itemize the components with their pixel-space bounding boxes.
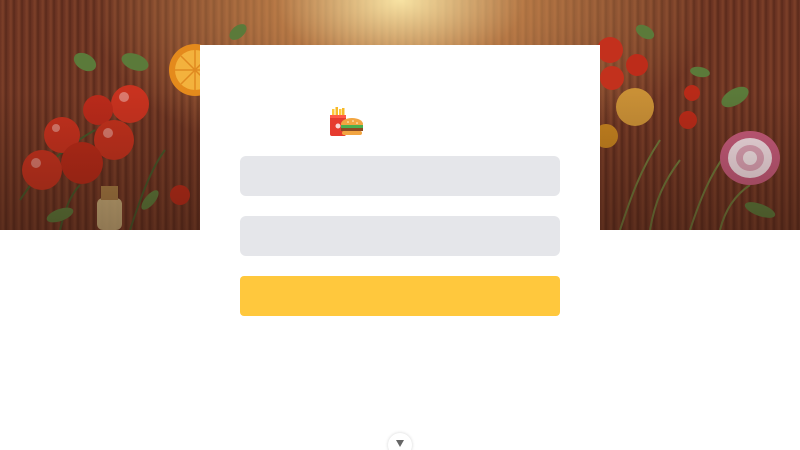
- fast-food-icon: [324, 100, 364, 140]
- scroll-down-button[interactable]: [388, 433, 412, 450]
- username-field[interactable]: [240, 156, 560, 196]
- password-field[interactable]: [240, 216, 560, 256]
- login-card: [200, 45, 600, 450]
- submit-button[interactable]: [240, 276, 560, 316]
- login-page: [0, 0, 800, 450]
- chevron-down-icon: [396, 440, 404, 447]
